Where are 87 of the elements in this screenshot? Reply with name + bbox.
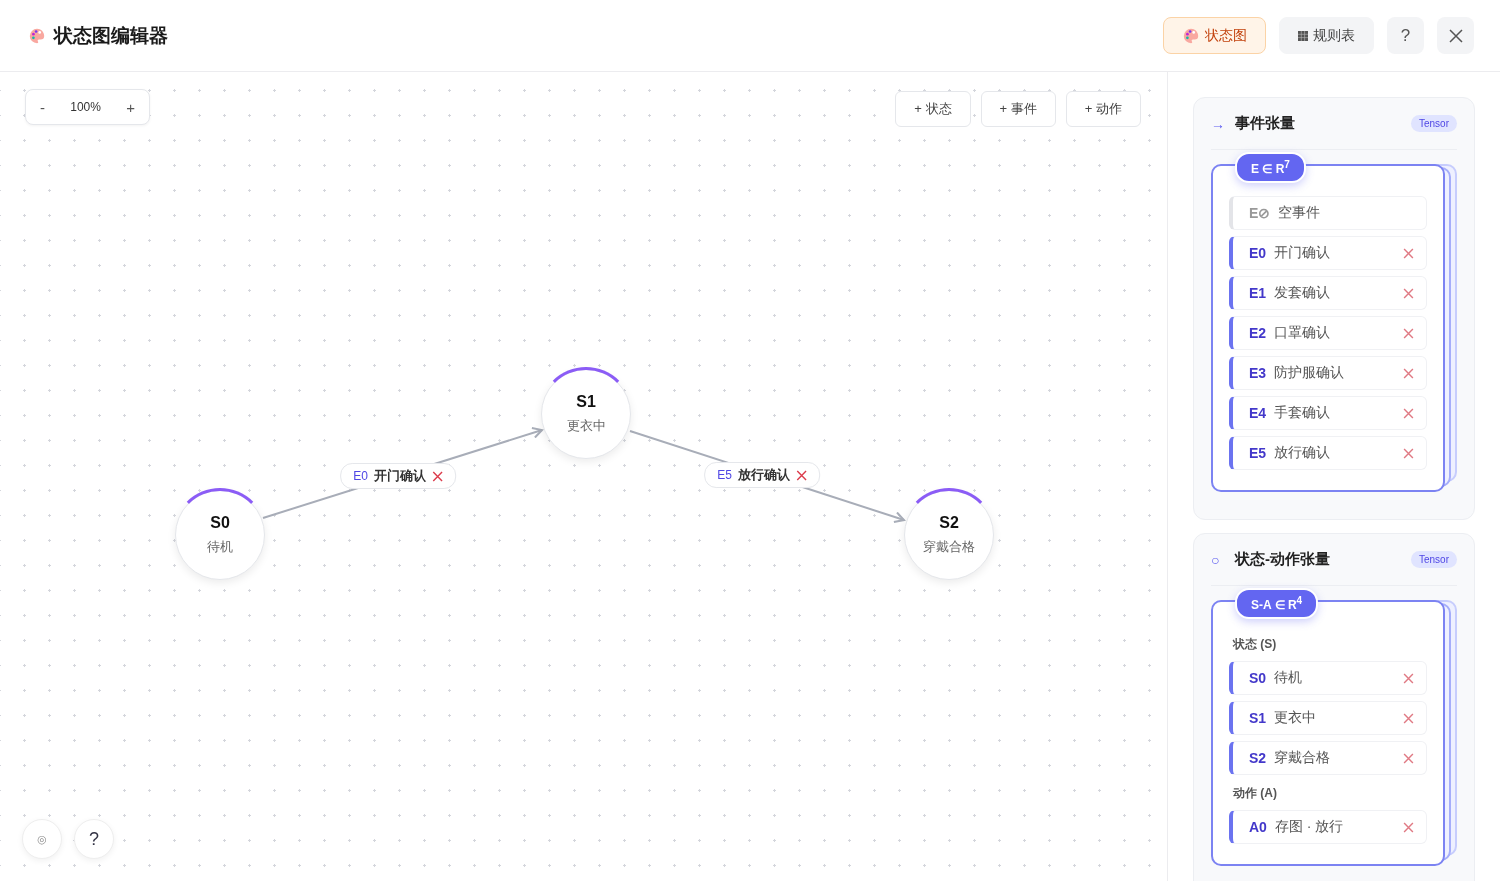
item-code: S0	[1249, 670, 1267, 686]
item-name: 防护服确认	[1274, 364, 1346, 382]
add-button[interactable]: + 动作	[1065, 91, 1141, 127]
zoom-in-button[interactable]: +	[120, 96, 141, 118]
close-icon	[1447, 27, 1464, 44]
event-code: E5	[717, 468, 732, 482]
tensor-row[interactable]: E5 放行确认	[1229, 436, 1427, 470]
event-code: E0	[353, 469, 368, 483]
item-code: E4	[1249, 405, 1267, 421]
state-node[interactable]: S2 穿戴合格	[904, 490, 994, 580]
delete-icon[interactable]	[1403, 367, 1414, 379]
delete-icon[interactable]	[1403, 327, 1414, 339]
add-button[interactable]: + 状态	[895, 91, 971, 127]
tensor-row[interactable]: E4 手套确认	[1229, 396, 1427, 430]
event-name: 开门确认	[373, 467, 426, 485]
state-code: S0	[210, 514, 230, 532]
item-name: 口罩确认	[1274, 324, 1332, 342]
state-code: S1	[576, 393, 596, 411]
delete-icon[interactable]	[1403, 447, 1414, 459]
tensor-row[interactable]: S1 更衣中	[1229, 701, 1427, 735]
tensor-tag: Tensor	[1411, 551, 1457, 568]
delete-icon[interactable]	[795, 469, 807, 481]
state-node[interactable]: S1 更衣中	[541, 369, 631, 459]
item-code: E⊘	[1249, 205, 1271, 221]
item-name: 存图 · 放行	[1274, 818, 1345, 836]
help-button[interactable]: ?	[74, 819, 114, 859]
delete-icon[interactable]	[1403, 712, 1414, 724]
delete-icon[interactable]	[431, 470, 443, 482]
app-title: 状态图编辑器	[54, 23, 168, 48]
item-name: 待机	[1274, 669, 1304, 687]
dimension-badge: S-A ∈ R$^{4}$	[1235, 588, 1319, 619]
item-name: 更衣中	[1274, 709, 1318, 727]
palette-icon	[1182, 26, 1200, 45]
tensor-row[interactable]: E1 发套确认	[1229, 276, 1427, 310]
state-name: 穿戴合格	[923, 538, 975, 556]
event-name: 放行确认	[737, 466, 790, 484]
transition-label[interactable]: E0 开门确认	[340, 463, 456, 489]
tensor-row[interactable]: A0 存图 · 放行	[1229, 810, 1427, 844]
close-button[interactable]	[1437, 17, 1474, 54]
delete-icon[interactable]	[1403, 407, 1414, 419]
item-code: E3	[1249, 365, 1267, 381]
table-icon	[1298, 30, 1308, 41]
item-code: E1	[1249, 285, 1267, 301]
item-code: S2	[1249, 750, 1267, 766]
item-code: E5	[1249, 445, 1267, 461]
item-code: S1	[1249, 710, 1267, 726]
delete-icon[interactable]	[1403, 672, 1414, 684]
item-code: E0	[1249, 245, 1267, 261]
dimension-badge: E ∈ R$^{7}$	[1235, 152, 1306, 183]
item-name: 放行确认	[1274, 444, 1332, 462]
item-name: 手套确认	[1274, 404, 1332, 422]
center-button[interactable]: ◎	[22, 819, 62, 859]
tensor-row[interactable]: E2 口罩确认	[1229, 316, 1427, 350]
tensor-tag: Tensor	[1411, 115, 1457, 132]
item-name: 发套确认	[1274, 284, 1332, 302]
group-label: 状态 (S)	[1233, 636, 1278, 653]
help-button[interactable]: ?	[1387, 17, 1424, 54]
item-code: E2	[1249, 325, 1267, 341]
section-icon: ○	[1211, 551, 1227, 568]
tensor-row[interactable]: S2 穿戴合格	[1229, 741, 1427, 775]
tensor-row[interactable]: E3 防护服确认	[1229, 356, 1427, 390]
state-name: 待机	[207, 538, 233, 556]
delete-icon[interactable]	[1403, 821, 1414, 833]
tensor-row[interactable]: E0 开门确认	[1229, 236, 1427, 270]
tensor-row[interactable]: S0 待机	[1229, 661, 1427, 695]
zoom-level: 100%	[70, 100, 101, 114]
view-tab[interactable]: 规则表	[1279, 17, 1374, 54]
palette-icon	[28, 26, 46, 45]
section-icon: →	[1211, 115, 1227, 132]
zoom-out-button[interactable]: -	[34, 96, 51, 118]
state-node[interactable]: S0 待机	[175, 490, 265, 580]
state-code: S2	[939, 514, 959, 532]
state-name: 更衣中	[566, 417, 606, 435]
item-name: 空事件	[1278, 204, 1322, 222]
transition-label[interactable]: E5 放行确认	[704, 462, 820, 488]
section-title: 事件张量	[1235, 114, 1296, 133]
delete-icon[interactable]	[1403, 287, 1414, 299]
item-name: 穿戴合格	[1274, 749, 1332, 767]
item-code: A0	[1249, 819, 1267, 835]
delete-icon[interactable]	[1403, 247, 1414, 259]
item-name: 开门确认	[1274, 244, 1332, 262]
section-title: 状态-动作张量	[1235, 550, 1331, 569]
delete-icon[interactable]	[1403, 752, 1414, 764]
add-button[interactable]: + 事件	[980, 91, 1056, 127]
tensor-row[interactable]: E⊘ 空事件	[1229, 196, 1427, 230]
view-tab[interactable]: 状态图	[1163, 17, 1266, 54]
group-label: 动作 (A)	[1233, 785, 1278, 802]
